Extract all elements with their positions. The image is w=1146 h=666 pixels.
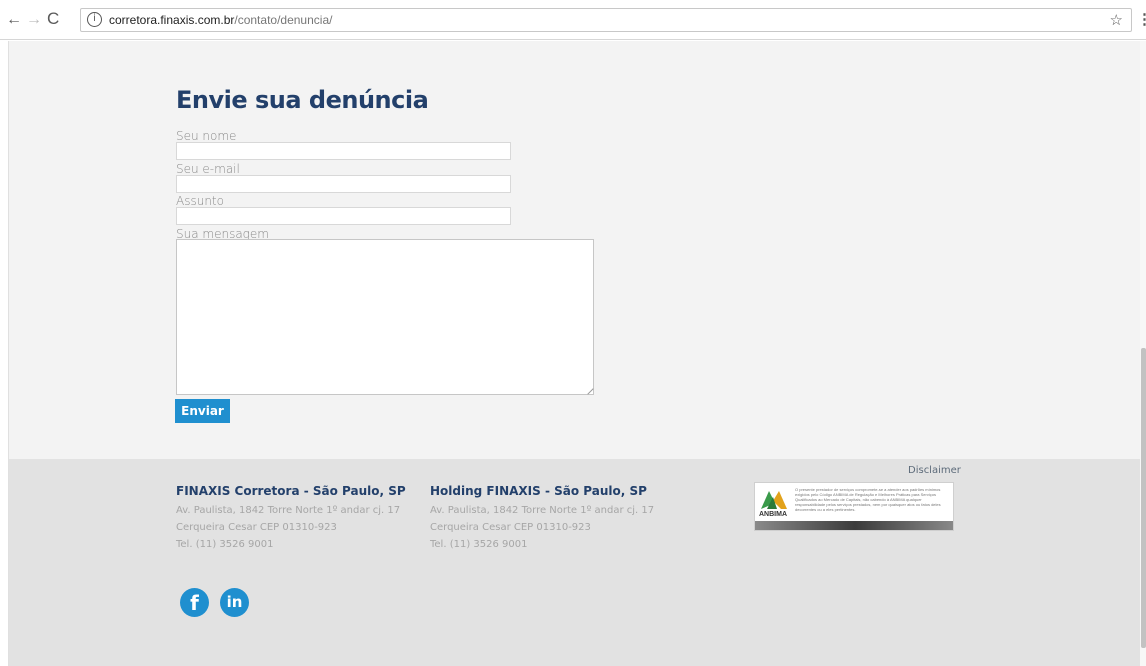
- url-path: /contato/denuncia/: [234, 13, 333, 27]
- forward-arrow-icon[interactable]: →: [26, 11, 42, 29]
- address-bar[interactable]: i corretora.finaxis.com.br/contato/denun…: [80, 8, 1132, 32]
- email-label: Seu e-mail: [176, 162, 240, 176]
- browser-toolbar: ← → C i corretora.finaxis.com.br/contato…: [0, 0, 1146, 40]
- office-title-corretora: FINAXIS Corretora - São Paulo, SP: [176, 484, 406, 498]
- submit-button[interactable]: Enviar: [175, 399, 230, 423]
- office-address: Av. Paulista, 1842 Torre Norte 1º andar …: [430, 505, 655, 516]
- linkedin-icon[interactable]: in: [220, 588, 249, 617]
- message-textarea[interactable]: [176, 239, 594, 395]
- office-title-holding: Holding FINAXIS - São Paulo, SP: [430, 484, 647, 498]
- office-phone: Tel. (11) 3526 9001: [430, 539, 528, 550]
- page-title: Envie sua denúncia: [176, 86, 429, 114]
- office-city: Cerqueira Cesar CEP 01310-923: [430, 522, 591, 533]
- name-input[interactable]: [176, 142, 511, 160]
- scrollbar-thumb[interactable]: [1141, 348, 1146, 648]
- office-city: Cerqueira Cesar CEP 01310-923: [176, 522, 337, 533]
- subject-input[interactable]: [176, 207, 511, 225]
- bookmark-star-icon[interactable]: ☆: [1110, 11, 1123, 29]
- reload-icon[interactable]: C: [47, 10, 59, 28]
- url-text[interactable]: corretora.finaxis.com.br/contato/denunci…: [109, 13, 332, 27]
- info-icon[interactable]: i: [87, 12, 102, 27]
- name-label: Seu nome: [176, 129, 237, 143]
- anbima-brand: ANBIMA: [759, 511, 787, 518]
- url-host: corretora.finaxis.com.br: [109, 13, 235, 27]
- browser-menu-icon[interactable]: ⋮: [1137, 10, 1146, 28]
- email-input[interactable]: [176, 175, 511, 193]
- facebook-icon[interactable]: f: [180, 588, 209, 617]
- back-arrow-icon[interactable]: ←: [6, 11, 22, 29]
- anbima-seal-text: O presente prestador de serviços comprom…: [795, 487, 941, 512]
- office-address: Av. Paulista, 1842 Torre Norte 1º andar …: [176, 505, 401, 516]
- disclaimer-link[interactable]: Disclaimer: [908, 465, 961, 476]
- subject-label: Assunto: [176, 194, 224, 208]
- anbima-logo-icon: [761, 491, 787, 509]
- office-phone: Tel. (11) 3526 9001: [176, 539, 274, 550]
- anbima-seal: ANBIMA O presente prestador de serviços …: [754, 482, 954, 531]
- anbima-band: [755, 521, 953, 530]
